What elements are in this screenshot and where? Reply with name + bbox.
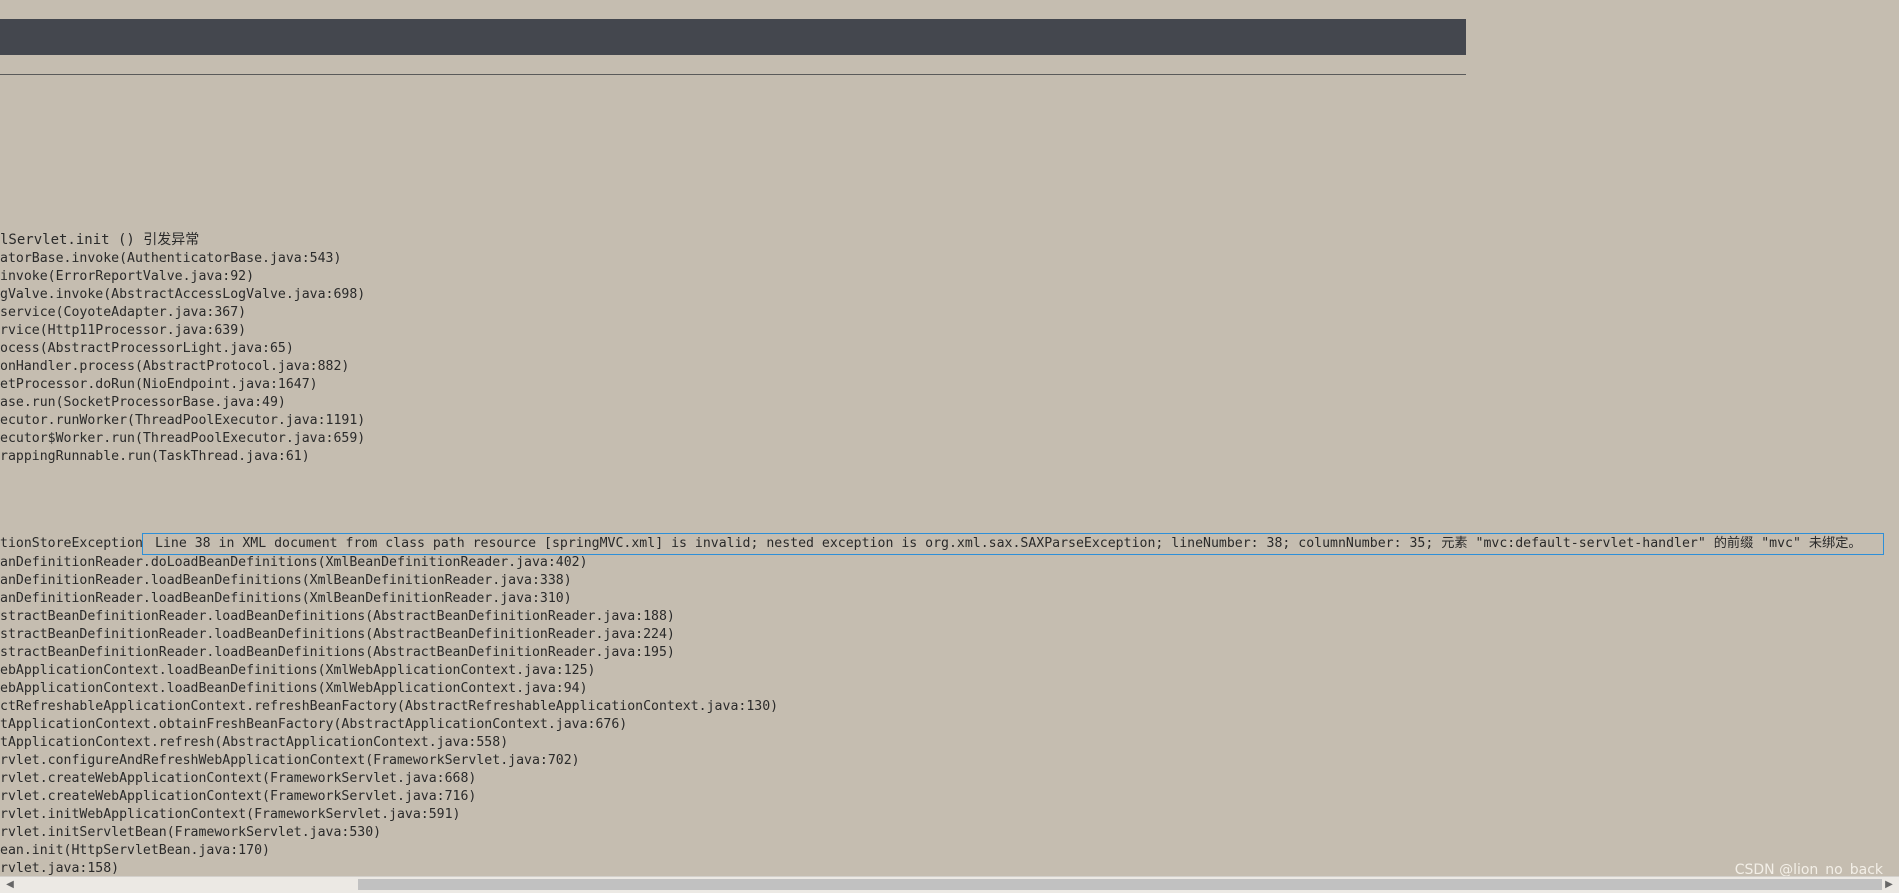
title-divider: [0, 74, 1466, 75]
stack-frame: rappingRunnable.run(TaskThread.java:61): [0, 449, 310, 464]
stack-frame: rvlet.createWebApplicationContext(Framew…: [0, 789, 477, 804]
stack-frame: rvice(Http11Processor.java:639): [0, 323, 247, 338]
stack-frame: atorBase.invoke(AuthenticatorBase.java:5…: [0, 251, 342, 266]
stack-frame: ocess(AbstractProcessorLight.java:65): [0, 341, 294, 356]
stack-frame: stractBeanDefinitionReader.loadBeanDefin…: [0, 645, 675, 660]
horizontal-scrollbar[interactable]: ◀ ▶: [0, 876, 1899, 893]
root-cause-header: lServlet.init () 引发异常: [0, 232, 200, 248]
exception-message-selection[interactable]: Line 38 in XML document from class path …: [142, 533, 1884, 555]
stack-frame: ebApplicationContext.loadBeanDefinitions…: [0, 663, 596, 678]
stack-frame: service(CoyoteAdapter.java:367): [0, 305, 247, 320]
stack-frame: etProcessor.doRun(NioEndpoint.java:1647): [0, 377, 318, 392]
stack-frame: onHandler.process(AbstractProtocol.java:…: [0, 359, 350, 374]
stack-frame: rvlet.createWebApplicationContext(Framew…: [0, 771, 477, 786]
stack-frame: stractBeanDefinitionReader.loadBeanDefin…: [0, 609, 675, 624]
scroll-right-arrow-icon[interactable]: ▶: [1881, 878, 1897, 892]
stack-frame: ean.init(HttpServletBean.java:170): [0, 843, 270, 858]
stack-frame: anDefinitionReader.loadBeanDefinitions(X…: [0, 573, 572, 588]
stack-frame: rvlet.initWebApplicationContext(Framewor…: [0, 807, 461, 822]
stack-frame: ecutor.runWorker(ThreadPoolExecutor.java…: [0, 413, 366, 428]
stack-frame: tApplicationContext.obtainFreshBeanFacto…: [0, 717, 628, 732]
error-page-title-bar: [0, 19, 1466, 55]
stack-frame: ecutor$Worker.run(ThreadPoolExecutor.jav…: [0, 431, 366, 446]
stack-frame: stractBeanDefinitionReader.loadBeanDefin…: [0, 627, 675, 642]
exception-class: tionStoreException: [0, 536, 143, 551]
stack-frame: anDefinitionReader.doLoadBeanDefinitions…: [0, 555, 588, 570]
stack-frame: rvlet.initServletBean(FrameworkServlet.j…: [0, 825, 382, 840]
scroll-thumb[interactable]: [358, 879, 1882, 890]
stack-frame: ctRefreshableApplicationContext.refreshB…: [0, 699, 779, 714]
stack-frame: tApplicationContext.refresh(AbstractAppl…: [0, 735, 509, 750]
stack-frame: ebApplicationContext.loadBeanDefinitions…: [0, 681, 588, 696]
stack-frame: ase.run(SocketProcessorBase.java:49): [0, 395, 286, 410]
stack-frame: gValve.invoke(AbstractAccessLogValve.jav…: [0, 287, 366, 302]
stack-frame: anDefinitionReader.loadBeanDefinitions(X…: [0, 591, 572, 606]
scroll-left-arrow-icon[interactable]: ◀: [2, 878, 18, 892]
stack-frame: invoke(ErrorReportValve.java:92): [0, 269, 255, 284]
stack-frame: rvlet.configureAndRefreshWebApplicationC…: [0, 753, 580, 768]
